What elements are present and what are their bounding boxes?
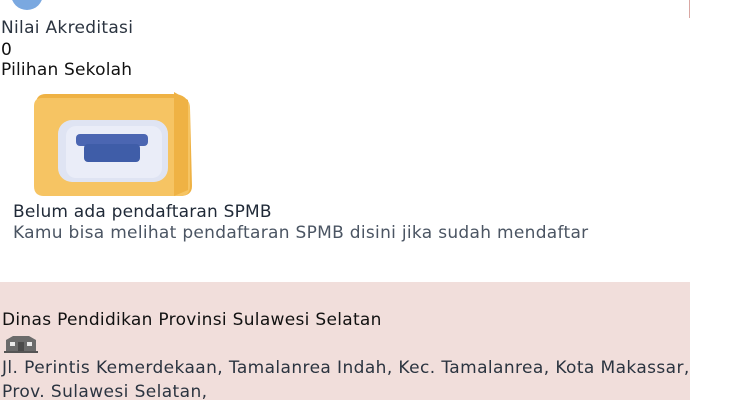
folder-box-icon: [34, 92, 192, 196]
akreditasi-label: Nilai Akreditasi: [1, 18, 134, 38]
empty-state-description: Kamu bisa melihat pendaftaran SPMB disin…: [13, 223, 589, 243]
empty-state-title: Belum ada pendaftaran SPMB: [13, 202, 272, 222]
pilihan-sekolah-heading: Pilihan Sekolah: [1, 60, 133, 80]
school-registration-page: Nilai Akreditasi 0 Pilihan Sekolah Belum…: [0, 0, 750, 400]
dinas-name: Dinas Pendidikan Provinsi Sulawesi Selat…: [2, 310, 382, 330]
building-icon: [4, 336, 38, 353]
school-avatar-icon: [12, 0, 42, 10]
dinas-address: Jl. Perintis Kemerdekaan, Tamalanrea Ind…: [2, 358, 690, 400]
akreditasi-value: 0: [1, 40, 12, 60]
content-divider: [689, 0, 690, 18]
